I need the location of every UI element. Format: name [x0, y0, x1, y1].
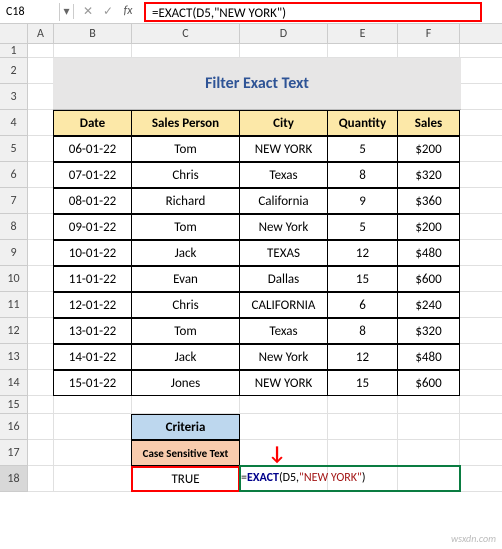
td[interactable]: 09-01-22: [53, 214, 132, 240]
td[interactable]: 6: [327, 292, 398, 318]
title-cell[interactable]: Filter Exact Text: [53, 58, 461, 110]
td[interactable]: Jack: [131, 240, 240, 266]
td[interactable]: 5: [327, 136, 398, 162]
td[interactable]: Jones: [131, 370, 240, 396]
td[interactable]: 15-01-22: [53, 370, 132, 396]
td[interactable]: $600: [397, 266, 460, 292]
row-header[interactable]: 10: [0, 266, 28, 292]
row-header[interactable]: 5: [0, 136, 28, 162]
td[interactable]: Chris: [131, 162, 240, 188]
row-header[interactable]: 17: [0, 440, 28, 466]
td[interactable]: 9: [327, 188, 398, 214]
td[interactable]: Tom: [131, 318, 240, 344]
row-header[interactable]: 8: [0, 214, 28, 240]
td[interactable]: 8: [327, 162, 398, 188]
row-header[interactable]: 11: [0, 292, 28, 318]
td[interactable]: NEW YORK: [239, 370, 328, 396]
td[interactable]: 12-01-22: [53, 292, 132, 318]
td[interactable]: Tom: [131, 136, 240, 162]
row-header[interactable]: 12: [0, 318, 28, 344]
td[interactable]: Richard: [131, 188, 240, 214]
col-header-D[interactable]: D: [240, 24, 328, 43]
th-sp[interactable]: Sales Person: [131, 110, 240, 136]
td[interactable]: 8: [327, 318, 398, 344]
td[interactable]: Texas: [239, 318, 328, 344]
criteria-h1[interactable]: Criteria: [131, 414, 240, 440]
name-box-dropdown-icon[interactable]: ▾: [60, 4, 74, 19]
criteria-h2[interactable]: Case Sensitive Text: [131, 440, 240, 466]
td[interactable]: $480: [397, 344, 460, 370]
name-box[interactable]: C18: [0, 3, 60, 21]
td[interactable]: $200: [397, 214, 460, 240]
td[interactable]: 13-01-22: [53, 318, 132, 344]
row-header[interactable]: 1: [0, 44, 28, 58]
row-header[interactable]: 6: [0, 162, 28, 188]
col-header-A[interactable]: A: [28, 24, 54, 43]
td[interactable]: NEW YORK: [239, 136, 328, 162]
arrow-down-icon: ↓: [268, 442, 286, 466]
td[interactable]: Evan: [131, 266, 240, 292]
td[interactable]: TEXAS: [239, 240, 328, 266]
row-header[interactable]: 2: [0, 58, 28, 84]
td[interactable]: $320: [397, 162, 460, 188]
td[interactable]: Chris: [131, 292, 240, 318]
cancel-icon[interactable]: ✕: [78, 4, 98, 19]
row-header[interactable]: 4: [0, 110, 28, 136]
selection-box: [239, 465, 461, 492]
td[interactable]: 12: [327, 240, 398, 266]
td[interactable]: 5: [327, 214, 398, 240]
td[interactable]: 11-01-22: [53, 266, 132, 292]
th-date[interactable]: Date: [53, 110, 132, 136]
row-header[interactable]: 7: [0, 188, 28, 214]
row-header[interactable]: 3: [0, 84, 28, 110]
row-header[interactable]: 14: [0, 370, 28, 396]
col-header-C[interactable]: C: [132, 24, 240, 43]
formula-input[interactable]: =EXACT(D5,"NEW YORK"): [144, 2, 482, 22]
td[interactable]: 14-01-22: [53, 344, 132, 370]
td[interactable]: New York: [239, 214, 328, 240]
td[interactable]: $480: [397, 240, 460, 266]
col-header-F[interactable]: F: [398, 24, 460, 43]
td[interactable]: 08-01-22: [53, 188, 132, 214]
td[interactable]: Jack: [131, 344, 240, 370]
grid-area[interactable]: Filter Exact Text Date Sales Person City…: [28, 44, 502, 492]
watermark: wsxdn.com: [451, 532, 496, 545]
td[interactable]: $200: [397, 136, 460, 162]
td[interactable]: 15: [327, 266, 398, 292]
col-header-B[interactable]: B: [54, 24, 132, 43]
row-header[interactable]: 18: [0, 466, 28, 492]
td[interactable]: $320: [397, 318, 460, 344]
td[interactable]: $360: [397, 188, 460, 214]
row-header[interactable]: 16: [0, 414, 28, 440]
td[interactable]: California: [239, 188, 328, 214]
fx-icon[interactable]: fx: [118, 4, 138, 19]
td[interactable]: 06-01-22: [53, 136, 132, 162]
td[interactable]: Tom: [131, 214, 240, 240]
td[interactable]: CALIFORNIA: [239, 292, 328, 318]
td[interactable]: Dallas: [239, 266, 328, 292]
td[interactable]: $600: [397, 370, 460, 396]
row-header[interactable]: 13: [0, 344, 28, 370]
td[interactable]: 10-01-22: [53, 240, 132, 266]
select-all[interactable]: [0, 24, 28, 43]
row-header[interactable]: 15: [0, 396, 28, 414]
row-header[interactable]: 9: [0, 240, 28, 266]
td[interactable]: 12: [327, 344, 398, 370]
td[interactable]: New York: [239, 344, 328, 370]
criteria-value[interactable]: TRUE: [131, 466, 240, 492]
td[interactable]: 15: [327, 370, 398, 396]
td[interactable]: 07-01-22: [53, 162, 132, 188]
th-city[interactable]: City: [239, 110, 328, 136]
th-sales[interactable]: Sales: [397, 110, 460, 136]
td[interactable]: $240: [397, 292, 460, 318]
th-qty[interactable]: Quantity: [327, 110, 398, 136]
td[interactable]: Texas: [239, 162, 328, 188]
enter-icon[interactable]: ✓: [98, 4, 118, 19]
col-header-E[interactable]: E: [328, 24, 398, 43]
